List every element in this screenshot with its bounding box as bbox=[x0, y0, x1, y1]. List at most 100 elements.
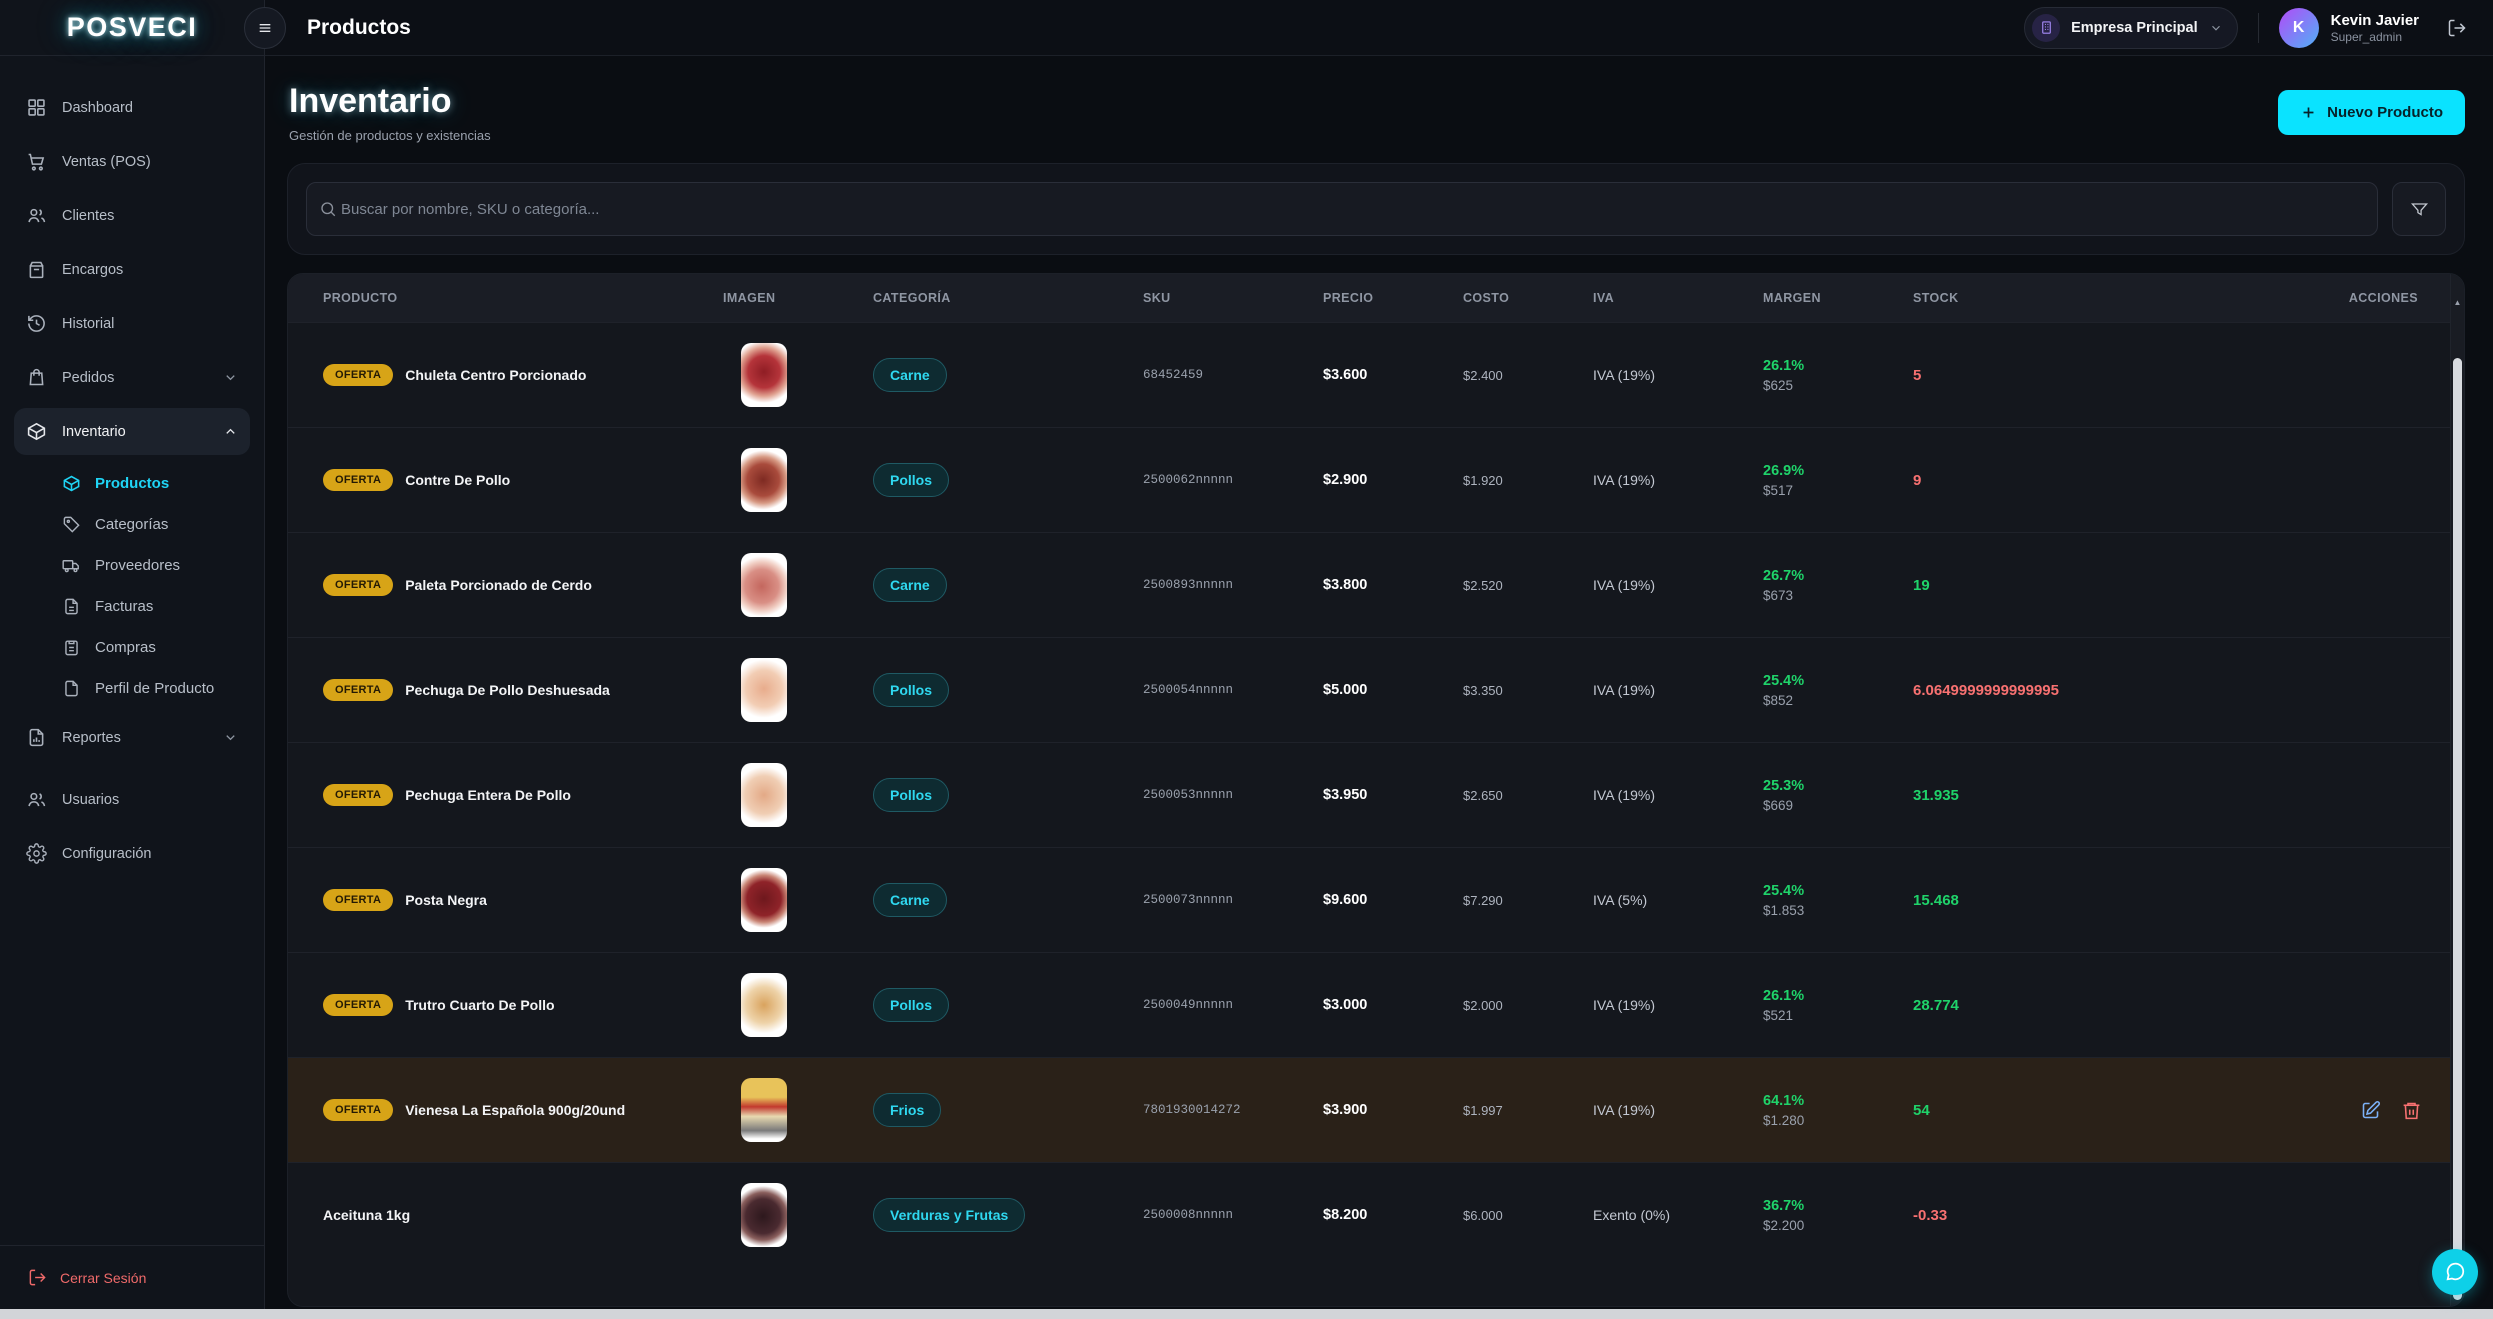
stock-value: 19 bbox=[1913, 577, 2313, 594]
sidebar-item-label: Clientes bbox=[62, 208, 114, 224]
category-badge: Pollos bbox=[873, 463, 949, 497]
oferta-badge: OFERTA bbox=[323, 1099, 393, 1121]
scrollbar-thumb[interactable] bbox=[2453, 358, 2462, 1300]
scrollbar-up-arrow-icon[interactable]: ▲ bbox=[2451, 298, 2464, 307]
product-sku: 2500054nnnnn bbox=[1143, 683, 1323, 697]
invoice-icon bbox=[62, 597, 81, 616]
product-price: $8.200 bbox=[1323, 1207, 1463, 1223]
product-iva: IVA (19%) bbox=[1593, 787, 1763, 803]
sidebar-item-label: Encargos bbox=[62, 262, 123, 278]
table-row[interactable]: OFERTAContre De Pollo Pollos 2500062nnnn… bbox=[288, 427, 2464, 532]
product-image bbox=[741, 973, 787, 1037]
sidebar-item-inventario[interactable]: Inventario bbox=[14, 408, 250, 455]
company-selector-label: Empresa Principal bbox=[2071, 20, 2198, 36]
window-bottom-edge bbox=[0, 1309, 2493, 1319]
table-row[interactable]: OFERTAChuleta Centro Porcionado Carne 68… bbox=[288, 322, 2464, 427]
sidebar-item-usuarios[interactable]: Usuarios bbox=[14, 776, 250, 823]
sidebar-item-reportes[interactable]: Reportes bbox=[14, 714, 250, 761]
sidebar-item-label: Configuración bbox=[62, 846, 151, 862]
sidebar-subitem-productos[interactable]: Productos bbox=[50, 464, 250, 503]
chevron-down-icon bbox=[223, 730, 238, 745]
product-sku: 2500073nnnnn bbox=[1143, 893, 1323, 907]
sidebar-subitem-label: Perfil de Producto bbox=[95, 680, 214, 697]
section-subtitle: Gestión de productos y existencias bbox=[289, 128, 491, 143]
oferta-badge: OFERTA bbox=[323, 574, 393, 596]
table-scrollbar[interactable]: ▲ bbox=[2450, 274, 2464, 1306]
new-product-button[interactable]: Nuevo Producto bbox=[2278, 90, 2465, 135]
plus-icon bbox=[2300, 104, 2317, 121]
delete-product-button[interactable] bbox=[2401, 1100, 2422, 1121]
product-image bbox=[741, 763, 787, 827]
table-row[interactable]: OFERTA Vienesa La Española 900g/20und Fri… bbox=[288, 1057, 2464, 1162]
product-name: Vienesa La Española 900g/20und bbox=[405, 1102, 625, 1118]
sidebar-subitem-proveedores[interactable]: Proveedores bbox=[50, 546, 250, 585]
category-badge: Carne bbox=[873, 883, 947, 917]
app-logo: POSVECI bbox=[67, 12, 198, 43]
margin-value: $625 bbox=[1763, 378, 1913, 393]
column-header-costo: COSTO bbox=[1463, 291, 1593, 305]
product-price: $3.800 bbox=[1323, 577, 1463, 593]
product-name: Pechuga De Pollo Deshuesada bbox=[405, 682, 610, 698]
margin-value: $521 bbox=[1763, 1008, 1913, 1023]
edit-product-button[interactable] bbox=[2360, 1100, 2381, 1121]
user-name: Kevin Javier bbox=[2331, 12, 2419, 30]
table-row[interactable]: Aceituna 1kg Verduras y Frutas 2500008nn… bbox=[288, 1162, 2464, 1267]
search-input[interactable] bbox=[306, 182, 2378, 236]
product-iva: IVA (19%) bbox=[1593, 997, 1763, 1013]
sidebar-subitem-label: Compras bbox=[95, 639, 156, 656]
header-logout-button[interactable] bbox=[2447, 18, 2467, 38]
margin-percent: 64.1% bbox=[1763, 1093, 1913, 1109]
logout-icon bbox=[28, 1268, 47, 1287]
topbar-right: Empresa Principal K Kevin Javier Super_a… bbox=[2024, 7, 2467, 49]
logout-button[interactable]: Cerrar Sesión bbox=[28, 1268, 236, 1287]
sidebar-item-label: Inventario bbox=[62, 424, 126, 440]
search-box bbox=[306, 182, 2378, 236]
product-price: $3.600 bbox=[1323, 367, 1463, 383]
logout-label: Cerrar Sesión bbox=[60, 1270, 146, 1286]
sidebar-subitem-categorias[interactable]: Categorías bbox=[50, 505, 250, 544]
product-cost: $7.290 bbox=[1463, 893, 1593, 908]
table-row[interactable]: OFERTATrutro Cuarto De Pollo Pollos 2500… bbox=[288, 952, 2464, 1057]
table-row[interactable]: OFERTAPosta Negra Carne 2500073nnnnn $9.… bbox=[288, 847, 2464, 952]
sidebar-subitem-perfil-de-producto[interactable]: Perfil de Producto bbox=[50, 669, 250, 708]
product-name: Posta Negra bbox=[405, 892, 487, 908]
sidebar-item-encargos[interactable]: Encargos bbox=[14, 246, 250, 293]
avatar: K bbox=[2279, 8, 2319, 48]
inventario-submenu: Productos Categorías Proveedores Factura… bbox=[14, 462, 250, 714]
report-icon bbox=[26, 727, 47, 748]
table-row[interactable]: OFERTAPechuga Entera De Pollo Pollos 250… bbox=[288, 742, 2464, 847]
user-menu[interactable]: K Kevin Javier Super_admin bbox=[2279, 8, 2419, 48]
sidebar-item-ventas[interactable]: Ventas (POS) bbox=[14, 138, 250, 185]
category-badge: Frios bbox=[873, 1093, 941, 1127]
user-role: Super_admin bbox=[2331, 30, 2419, 44]
sidebar-item-clientes[interactable]: Clientes bbox=[14, 192, 250, 239]
margin-percent: 26.7% bbox=[1763, 568, 1913, 584]
sidebar-item-historial[interactable]: Historial bbox=[14, 300, 250, 347]
sidebar-item-dashboard[interactable]: Dashboard bbox=[14, 84, 250, 131]
table-row[interactable]: OFERTAPechuga De Pollo Deshuesada Pollos… bbox=[288, 637, 2464, 742]
product-sku: 2500893nnnnn bbox=[1143, 578, 1323, 592]
search-panel bbox=[287, 163, 2465, 255]
sidebar-item-label: Dashboard bbox=[62, 100, 133, 116]
product-cost: $2.650 bbox=[1463, 788, 1593, 803]
company-selector[interactable]: Empresa Principal bbox=[2024, 7, 2238, 49]
product-sku: 7801930014272 bbox=[1143, 1103, 1323, 1117]
column-header-sku: SKU bbox=[1143, 291, 1323, 305]
product-price: $2.900 bbox=[1323, 472, 1463, 488]
stock-value: 5 bbox=[1913, 367, 2313, 384]
clipboard-icon bbox=[62, 638, 81, 657]
table-header-row: PRODUCTO IMAGEN CATEGORÍA SKU PRECIO COS… bbox=[288, 274, 2464, 322]
sidebar-item-pedidos[interactable]: Pedidos bbox=[14, 354, 250, 401]
column-header-categoria: CATEGORÍA bbox=[873, 291, 1143, 305]
sidebar-item-label: Historial bbox=[62, 316, 114, 332]
column-header-stock: STOCK bbox=[1913, 291, 2313, 305]
sidebar: POSVECI Dashboard Ventas (POS) Clientes … bbox=[0, 0, 265, 1309]
sidebar-subitem-facturas[interactable]: Facturas bbox=[50, 587, 250, 626]
sidebar-item-configuracion[interactable]: Configuración bbox=[14, 830, 250, 877]
cart-icon bbox=[26, 151, 47, 172]
chat-button[interactable] bbox=[2432, 1249, 2478, 1295]
sidebar-toggle-button[interactable] bbox=[244, 7, 286, 49]
table-row[interactable]: OFERTAPaleta Porcionado de Cerdo Carne 2… bbox=[288, 532, 2464, 637]
sidebar-subitem-compras[interactable]: Compras bbox=[50, 628, 250, 667]
filter-button[interactable] bbox=[2392, 182, 2446, 236]
